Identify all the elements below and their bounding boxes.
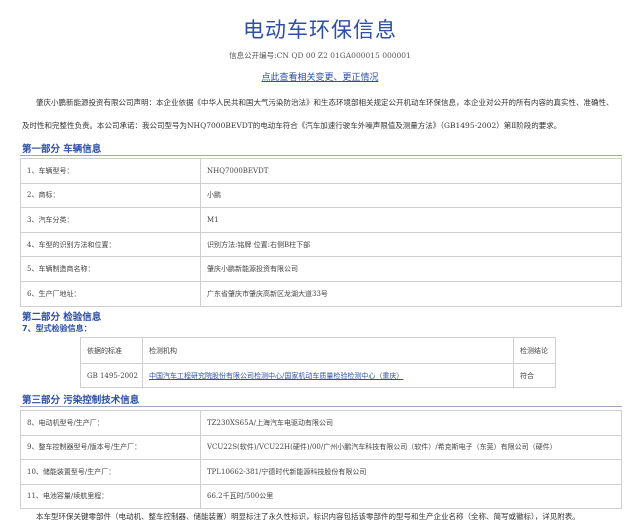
row-value: 66.2千瓦时/500公里 bbox=[200, 483, 622, 509]
row-label: 2、商标： bbox=[20, 182, 201, 209]
testing-org-link[interactable]: 中国汽车工程研究院股份有限公司检测中心/国家机动车质量检验检测中心（重庆） bbox=[149, 372, 403, 380]
col-result-header: 检测结论 bbox=[513, 337, 556, 364]
table-row: 3、汽车分类： M1 bbox=[20, 207, 622, 233]
part2-heading: 第二部分 检验信息 bbox=[22, 312, 102, 323]
part3-divider bbox=[20, 406, 622, 407]
row-value: M1 bbox=[200, 207, 622, 233]
table-row: 11、电池容量/续航里程： 66.2千瓦时/500公里 bbox=[20, 483, 622, 509]
row-label: 4、车型的识别方法和位置： bbox=[20, 231, 201, 258]
row-label: 8、电动机型号/生产厂： bbox=[20, 410, 201, 436]
table-row: 8、电动机型号/生产厂： TZ230XS65A/上海汽车电驱动有限公司 bbox=[20, 410, 622, 436]
table-header-row: 依据的标准 检测机构 检测结论 bbox=[80, 337, 556, 364]
row-label: 10、储能装置型号/生产厂： bbox=[20, 459, 201, 485]
org-cell: 中国汽车工程研究院股份有限公司检测中心/国家机动车质量检验检测中心（重庆） bbox=[142, 363, 514, 388]
manufacturer-statement: 肇庆小鹏新能源投资有限公司声明：本企业依据《中华人民共和国大气污染防治法》和生态… bbox=[22, 98, 614, 130]
row-value: 肇庆小鹏新能源投资有限公司 bbox=[200, 256, 622, 282]
row-label: 1、车辆型号： bbox=[20, 158, 201, 184]
table-row: GB 1495-2002 中国汽车工程研究院股份有限公司检测中心/国家机动车质量… bbox=[80, 363, 556, 388]
part3-heading: 第三部分 污染控制技术信息 bbox=[22, 395, 140, 406]
col-org-header: 检测机构 bbox=[142, 337, 514, 364]
table-row: 2、商标： 小鹏 bbox=[20, 182, 622, 209]
table-row: 5、车辆制造商名称： 肇庆小鹏新能源投资有限公司 bbox=[20, 256, 622, 282]
result-cell: 符合 bbox=[513, 363, 556, 388]
part1-divider bbox=[20, 155, 622, 156]
row-value: TZ230XS65A/上海汽车电驱动有限公司 bbox=[200, 410, 622, 436]
table-row: 1、车辆型号： NHQ7000BEVDT bbox=[20, 158, 622, 184]
row-value: 小鹏 bbox=[200, 182, 622, 209]
pollution-control-table: 8、电动机型号/生产厂： TZ230XS65A/上海汽车电驱动有限公司 9、整车… bbox=[20, 410, 622, 509]
table-row: 9、整车控制器型号/版本号/生产厂： VCU22S(软件)/VCU22H(硬件)… bbox=[20, 434, 622, 460]
row-label: 6、生产厂地址： bbox=[20, 280, 201, 307]
row-value: TPL10662-381/宁德时代新能源科技股份有限公司 bbox=[200, 459, 622, 485]
table-row: 6、生产厂地址： 广东省肇庆市肇庆高新区龙湖大道33号 bbox=[20, 280, 622, 307]
col-standard-header: 依据的标准 bbox=[80, 337, 143, 364]
inspection-table: 依据的标准 检测机构 检测结论 GB 1495-2002 中国汽车工程研究院股份… bbox=[80, 337, 556, 388]
row-value: NHQ7000BEVDT bbox=[200, 158, 622, 184]
row-label: 3、汽车分类： bbox=[20, 207, 201, 233]
row-label: 11、电池容量/续航里程： bbox=[20, 483, 201, 509]
row-value: VCU22S(软件)/VCU22H(硬件)/00/广州小鹏汽车科技有限公司（软件… bbox=[200, 434, 622, 460]
standard-cell: GB 1495-2002 bbox=[80, 363, 143, 388]
footer-note: 本车型环保关键零部件（电动机、整车控制器、储能装置）明显标注了永久性标识，标识内… bbox=[36, 512, 580, 521]
view-changes-link[interactable]: 点此查看相关变更、更正情况 bbox=[0, 70, 640, 83]
info-disclosure-number: 信息公开编号:CN QD 00 Z2 01GA000015 000001 bbox=[229, 51, 411, 60]
row-value: 识别方法:铭牌 位置:右侧B柱下部 bbox=[200, 231, 622, 258]
vehicle-info-table: 1、车辆型号： NHQ7000BEVDT 2、商标： 小鹏 3、汽车分类： M1… bbox=[20, 158, 622, 307]
row-label: 5、车辆制造商名称： bbox=[20, 256, 201, 282]
part1-heading: 第一部分 车辆信息 bbox=[22, 144, 102, 155]
table-row: 10、储能装置型号/生产厂： TPL10662-381/宁德时代新能源科技股份有… bbox=[20, 459, 622, 485]
row-value: 广东省肇庆市肇庆高新区龙湖大道33号 bbox=[200, 280, 622, 307]
table-row: 4、车型的识别方法和位置： 识别方法:铭牌 位置:右侧B柱下部 bbox=[20, 231, 622, 258]
row-label: 9、整车控制器型号/版本号/生产厂： bbox=[20, 434, 201, 460]
type-test-subheading: 7、型式检验信息： bbox=[22, 324, 92, 333]
page-title: 电动车环保信息 bbox=[243, 18, 397, 42]
